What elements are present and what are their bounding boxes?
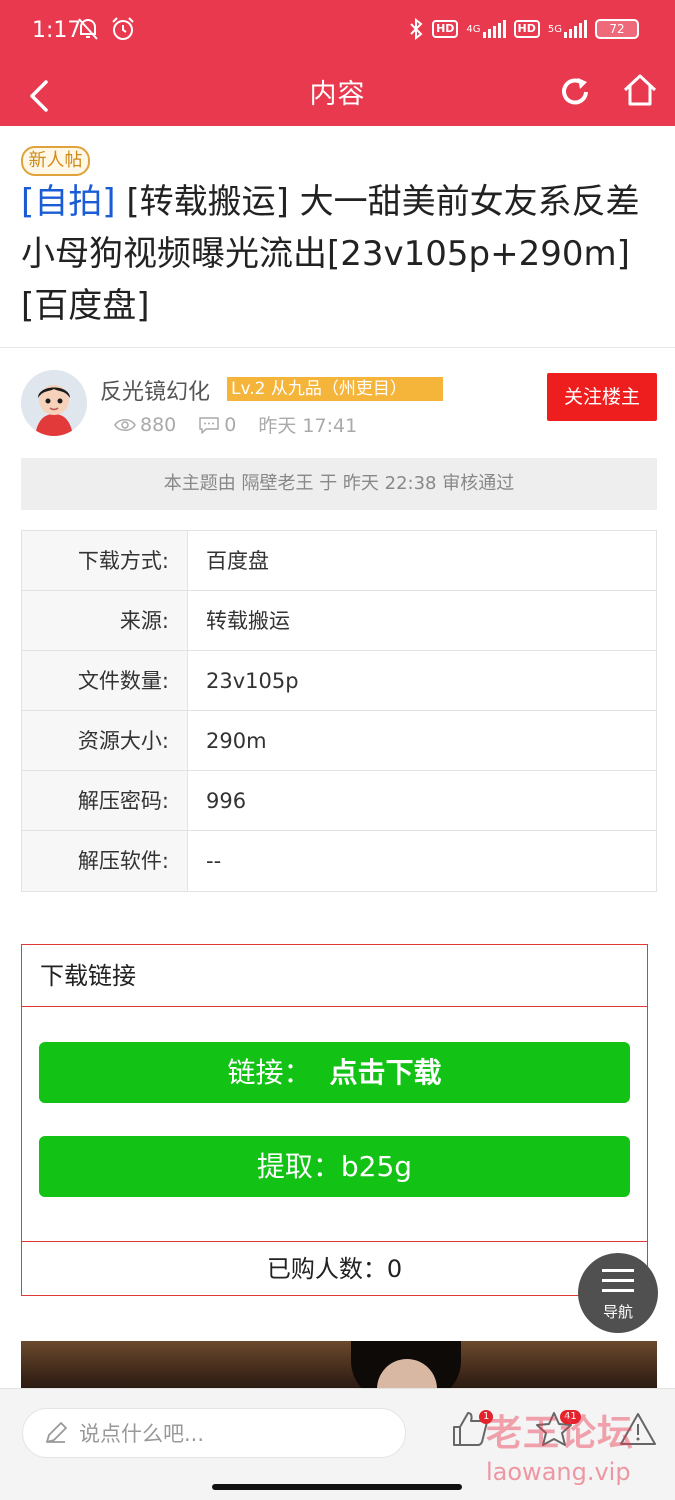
comments-meta: 0 [198, 414, 236, 436]
views-meta: 880 [114, 414, 176, 436]
download-link-button[interactable]: 链接： 点击下载 [39, 1042, 630, 1103]
views-count: 880 [140, 413, 177, 436]
row-value: 23v105p [206, 669, 299, 693]
review-notice: 本主题由 隔壁老王 于 昨天 22:38 审核通过 [21, 458, 657, 510]
row-key: 来源: [22, 591, 188, 650]
row-value: 转载搬运 [206, 609, 290, 633]
comments-count: 0 [224, 413, 237, 436]
row-key: 解压密码: [22, 771, 188, 830]
menu-icon [602, 1269, 634, 1299]
table-row: 解压密码: 996 [22, 771, 656, 831]
table-row: 解压软件: -- [22, 831, 656, 891]
row-value: -- [206, 849, 222, 873]
eye-icon [114, 418, 136, 431]
table-row: 来源: 转载搬运 [22, 591, 656, 651]
author-name[interactable]: 反光镜幻化 [100, 374, 210, 406]
comment-input[interactable]: 说点什么吧... [22, 1408, 406, 1458]
avatar-cartoon-icon [21, 370, 87, 436]
download-box: 下载链接 链接： 点击下载 提取：b25g 已购人数：0 [21, 944, 648, 1296]
post-title: [自拍] [转载搬运] 大一甜美前女友系反差小母狗视频曝光流出[23v105p+… [21, 176, 661, 332]
watermark-url: laowang.vip [486, 1458, 631, 1486]
author-avatar[interactable] [21, 370, 87, 436]
status-bar: 1:17 HD 4G HD 5G 72 [0, 0, 675, 62]
navigation-fab-label: 导航 [602, 1303, 633, 1321]
row-key: 资源大小: [22, 711, 188, 770]
table-row: 下载方式: 百度盘 [22, 531, 656, 591]
hd-badge-1: HD [432, 20, 459, 38]
divider [0, 347, 675, 348]
resource-info-table: 下载方式: 百度盘 来源: 转载搬运 文件数量: 23v105p 资源大小: 290m … [21, 530, 657, 892]
app-root: 1:17 HD 4G HD 5G 72 内容 新人帖 [自拍] [转载搬运] 大… [0, 0, 675, 1500]
network-4g-label: 4G [466, 23, 481, 35]
row-value: 290m [206, 729, 267, 753]
author-level-badge: Lv.2 从九品（州吏目） [227, 377, 443, 401]
watermark-text: 老王论坛 [486, 1413, 635, 1454]
post-time: 昨天 17:41 [258, 415, 358, 437]
post-meta: 880 0 昨天 17:41 [114, 411, 379, 438]
home-icon[interactable] [620, 68, 660, 112]
row-value: 百度盘 [206, 549, 269, 573]
post-title-tag[interactable]: [自拍] [21, 182, 116, 222]
mute-bell-icon [78, 18, 98, 40]
top-navigation-bar: 内容 [0, 62, 675, 126]
network-5g-label: 5G [547, 23, 562, 35]
download-link-action: 点击下载 [329, 1056, 442, 1089]
download-heading: 下载链接 [22, 945, 647, 1007]
status-right-icons: HD 4G HD 5G 72 [408, 18, 639, 40]
alarm-icon [112, 17, 134, 40]
extract-code-button[interactable]: 提取：b25g [39, 1136, 630, 1197]
row-key: 文件数量: [22, 651, 188, 710]
bought-count: 已购人数：0 [266, 1255, 403, 1283]
download-link-prefix: 链接： [227, 1056, 312, 1089]
pencil-icon [46, 1422, 67, 1443]
row-value: 996 [206, 789, 247, 813]
status-left-icons [76, 16, 136, 42]
hd-badge-2: HD [513, 20, 540, 38]
signal-icon-2 [564, 20, 587, 38]
bluetooth-icon [410, 18, 423, 40]
table-row: 文件数量: 23v105p [22, 651, 656, 711]
signal-icon-1 [482, 20, 506, 38]
row-key: 解压软件: [22, 831, 188, 891]
table-row: 资源大小: 290m [22, 711, 656, 771]
new-post-badge: 新人帖 [21, 146, 90, 176]
battery-icon: 72 [595, 19, 639, 39]
comment-bubble-icon [199, 416, 220, 434]
navigation-fab[interactable]: 导航 [578, 1253, 658, 1333]
home-indicator[interactable] [212, 1484, 462, 1490]
row-key: 下载方式: [22, 531, 188, 590]
follow-author-button[interactable]: 关注楼主 [547, 373, 657, 421]
status-time: 1:17 [32, 18, 82, 43]
comment-placeholder: 说点什么吧... [79, 1422, 205, 1446]
refresh-icon[interactable] [556, 70, 596, 114]
